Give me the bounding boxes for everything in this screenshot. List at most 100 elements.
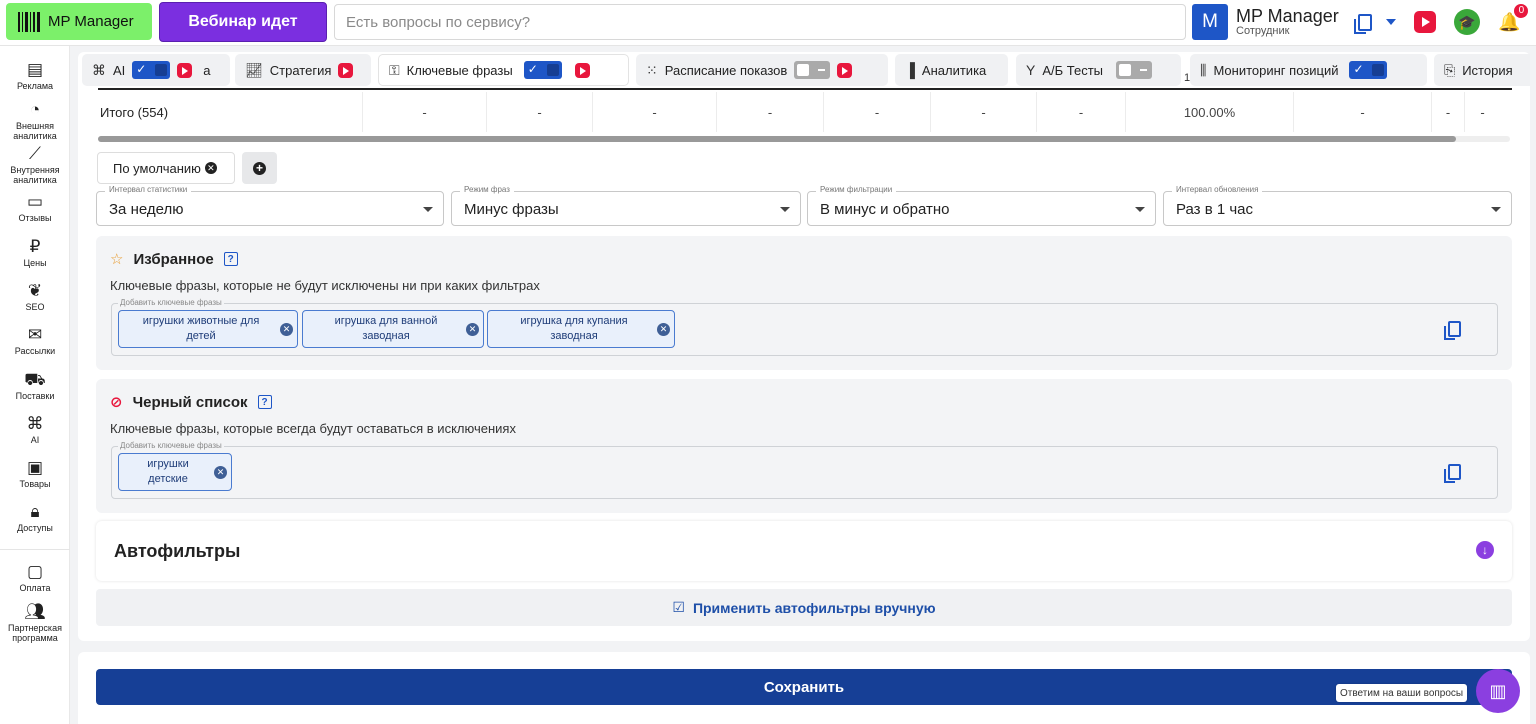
notification-badge: 0 — [1514, 3, 1529, 18]
sidebar-item-label: Поставки — [15, 391, 55, 401]
sidebar-item-label: SEO — [25, 302, 45, 312]
select-value: Минус фразы — [464, 201, 559, 218]
copy-icon[interactable] — [1444, 321, 1461, 340]
sidebar-item-prices[interactable]: ₽ Цены — [0, 237, 70, 268]
chevron-down-icon — [423, 207, 433, 212]
remove-tag-icon[interactable]: ✕ — [466, 323, 479, 336]
video-icon[interactable] — [574, 62, 590, 78]
webinar-button[interactable]: Вебинар идет — [159, 2, 327, 42]
graduation-cap-icon[interactable]: 🎓 — [1454, 9, 1480, 35]
tab-history[interactable]: ⎘ История — [1434, 54, 1530, 86]
blacklist-phrase-input[interactable]: Добавить ключевые фразы игрушки детские … — [111, 441, 1498, 499]
video-icon[interactable] — [837, 62, 853, 78]
totals-cell: - — [1431, 92, 1464, 132]
video-icon[interactable] — [177, 62, 193, 78]
select-value: Раз в 1 час — [1176, 201, 1254, 218]
favorites-section: ☆ Избранное ? Ключевые фразы, которые не… — [96, 236, 1512, 370]
filter-mode-select[interactable]: Режим фильтрации В минус и обратно — [807, 185, 1156, 226]
sidebar-item-access[interactable]: 🔒︎ Доступы — [0, 502, 70, 533]
tab-keywords[interactable]: ⚿ Ключевые фразы — [378, 54, 629, 86]
save-button[interactable]: Сохранить — [96, 669, 1512, 705]
tab-strategy[interactable]: 📈︎ Стратегия — [235, 54, 371, 86]
user-role: Сотрудник — [1236, 25, 1290, 37]
tab-ab-tests[interactable]: Y А/Б Тесты — [1016, 54, 1181, 86]
sidebar-item-reviews[interactable]: ▭ Отзывы — [0, 192, 70, 223]
wallet-icon: ▢ — [26, 562, 44, 581]
favorites-description: Ключевые фразы, которые не будут исключе… — [110, 278, 540, 293]
remove-tag-icon[interactable]: ✕ — [214, 466, 227, 479]
horizontal-scrollbar[interactable] — [98, 136, 1510, 142]
sidebar-item-supplies[interactable]: ⛟ Поставки — [0, 370, 70, 401]
logo-button[interactable]: MP Manager — [6, 3, 152, 40]
sidebar-item-label: Рассылки — [14, 346, 56, 356]
phrase-input-label: Добавить ключевые фразы — [118, 441, 224, 450]
ai-toggle[interactable] — [132, 61, 171, 79]
tab-schedule[interactable]: ⁙ Расписание показов — [636, 54, 888, 86]
phrase-tag-text: игрушки животные для детей — [142, 315, 260, 342]
keywords-toggle[interactable] — [523, 61, 562, 79]
chat-support-button[interactable]: ▥ — [1476, 669, 1520, 713]
tab-label: Расписание показов — [664, 62, 788, 78]
select-label: Интервал статистики — [105, 185, 192, 194]
sidebar-item-mailings[interactable]: ✉ Рассылки — [0, 325, 70, 356]
preset-chip[interactable]: По умолчанию ✕ — [97, 152, 235, 184]
preset-chip-label: По умолчанию — [113, 160, 201, 176]
ad-icon: ▤ — [26, 60, 44, 79]
tab-label: Стратегия — [269, 62, 332, 78]
search-input[interactable] — [334, 4, 1186, 40]
tab-ai[interactable]: ⌘ AI а — [82, 54, 230, 86]
trend-icon: ⟋ — [29, 144, 41, 163]
sidebar-item-seo[interactable]: ❦ SEO — [0, 281, 70, 312]
totals-row: Итого (554) - - - - - - - 100.00% - - - — [96, 92, 1512, 132]
phrase-tag-text: игрушка для купания заводная — [520, 315, 628, 342]
totals-cell: - — [592, 92, 716, 132]
sidebar-divider — [0, 549, 70, 550]
remove-tag-icon[interactable]: ✕ — [280, 323, 293, 336]
phrase-tag: игрушка для купания заводная ✕ — [487, 310, 675, 348]
totals-cell: - — [716, 92, 823, 132]
phrase-tag-text: игрушка для ванной заводная — [334, 315, 438, 342]
blacklist-title: ⊘ Черный список ? — [110, 393, 272, 411]
favorites-phrase-input[interactable]: Добавить ключевые фразы игрушки животные… — [111, 298, 1498, 356]
sidebar-item-payment[interactable]: ▢ Оплата — [0, 562, 70, 593]
favorites-title-text: Избранное — [133, 250, 214, 268]
chevron-down-icon[interactable] — [1386, 19, 1396, 25]
monitoring-toggle[interactable] — [1349, 61, 1388, 79]
sidebar-item-partners[interactable]: 👥︎ Партнерская программа — [0, 602, 70, 643]
sidebar-item-products[interactable]: ▣ Товары — [0, 458, 70, 489]
block-icon: ⊘ — [110, 394, 123, 411]
copy-icon[interactable] — [1354, 13, 1372, 34]
scrollbar-thumb[interactable] — [98, 136, 1456, 142]
tab-analytics[interactable]: ▐ Аналитика — [895, 54, 1008, 86]
arrow-down-icon[interactable]: ↓ — [1476, 541, 1494, 559]
user-profile[interactable]: M MP Manager Сотрудник — [1192, 3, 1339, 41]
chevron-down-icon — [1135, 207, 1145, 212]
copy-icon[interactable] — [1444, 464, 1461, 483]
ab-tests-toggle[interactable] — [1116, 61, 1153, 79]
close-icon[interactable]: ✕ — [204, 162, 217, 174]
update-interval-select[interactable]: Интервал обновления Раз в 1 час — [1163, 185, 1512, 226]
tabs-underline — [98, 88, 1512, 90]
tab-monitoring[interactable]: ⫼ Мониторинг позиций — [1190, 54, 1427, 86]
phrase-mode-select[interactable]: Режим фраз Минус фразы — [451, 185, 801, 226]
sidebar-item-internal-analytics[interactable]: ⟋ Внутренняя аналитика — [0, 144, 70, 185]
mail-icon: ✉ — [27, 325, 43, 344]
help-icon[interactable]: ? — [257, 395, 272, 409]
apply-autofilters-button[interactable]: ☑ Применить автофильтры вручную — [96, 589, 1512, 626]
phrase-tag: игрушки детские ✕ — [118, 453, 232, 491]
video-icon[interactable] — [1414, 11, 1436, 33]
video-icon[interactable] — [338, 62, 354, 78]
schedule-toggle[interactable] — [794, 61, 831, 79]
sidebar-item-label: Товары — [19, 479, 51, 489]
remove-tag-icon[interactable]: ✕ — [657, 323, 670, 336]
bell-icon[interactable]: 🔔 0 — [1498, 3, 1529, 33]
help-icon[interactable]: ? — [223, 252, 238, 266]
stats-interval-select[interactable]: Интервал статистики За неделю — [96, 185, 444, 226]
sidebar-item-ads[interactable]: ▤ Реклама — [0, 60, 70, 91]
phrase-tag: игрушка для ванной заводная ✕ — [302, 310, 484, 348]
sidebar-item-ai[interactable]: ⌘ AI — [0, 414, 70, 445]
add-preset-button[interactable]: + — [242, 152, 277, 184]
pie-chart-icon: ◔ — [29, 100, 41, 119]
autofilters-accordion[interactable]: Автофильтры ↓ — [96, 521, 1512, 581]
sidebar-item-external-analytics[interactable]: ◔ Внешняя аналитика — [0, 100, 70, 141]
